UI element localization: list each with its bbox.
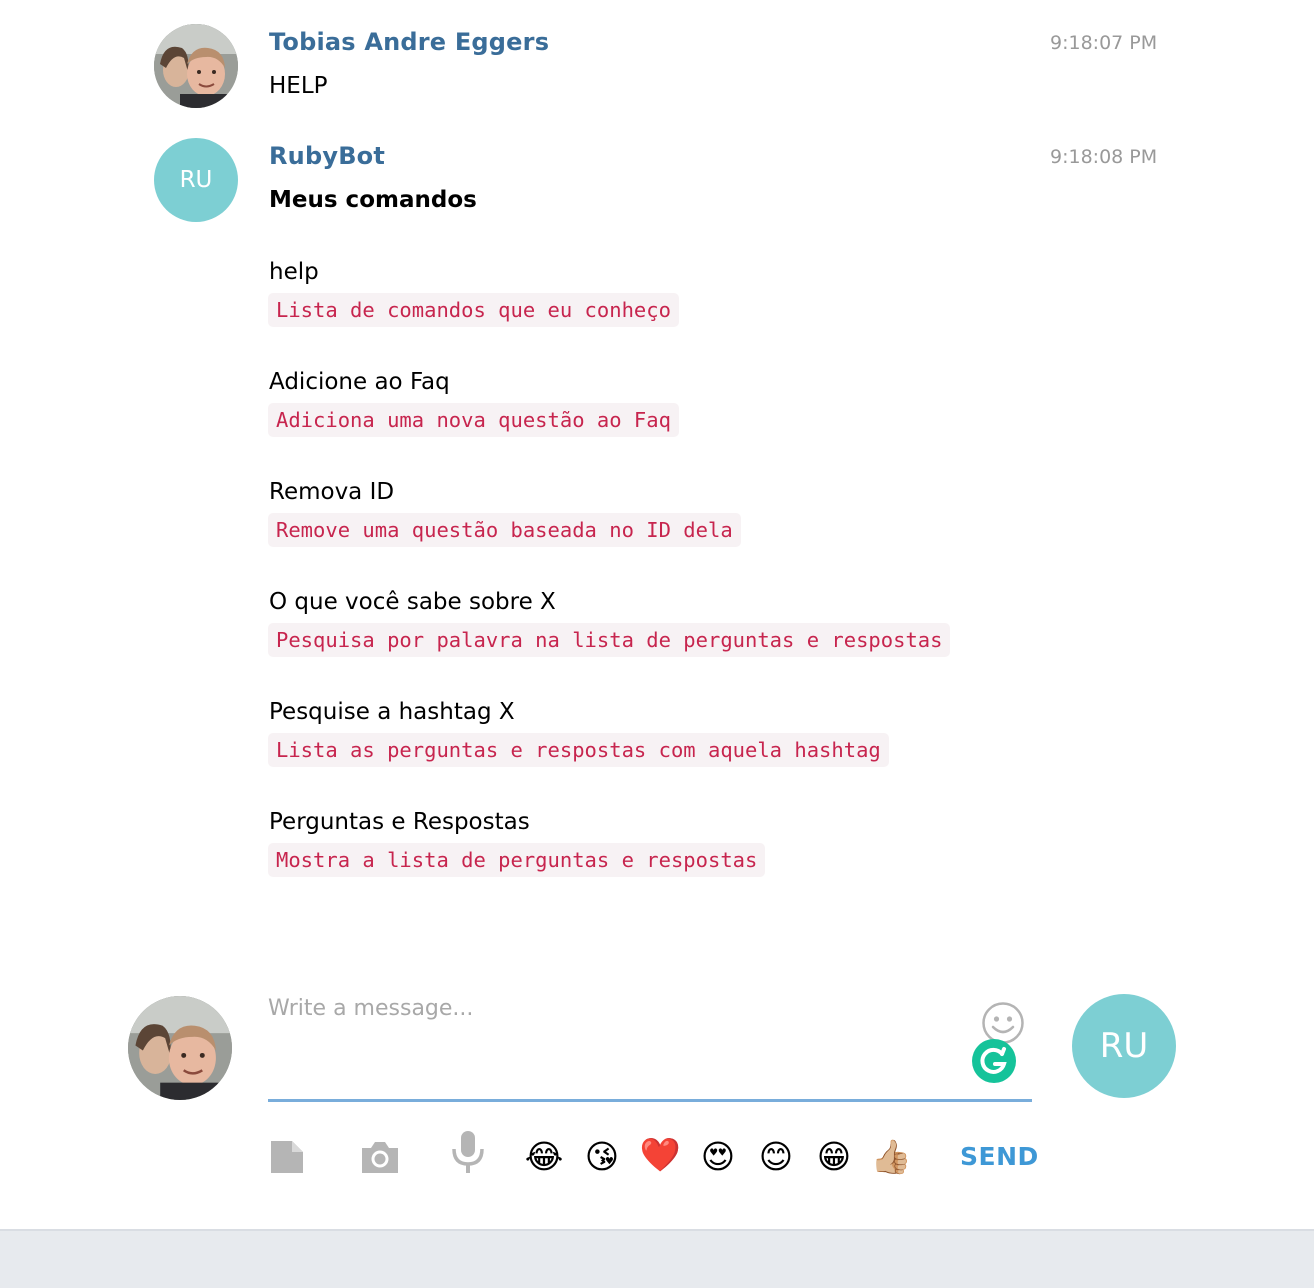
message-title: Meus comandos (269, 187, 477, 213)
command-name: help (269, 259, 319, 285)
message-bot: RU RubyBot 9:18:08 PM Meus comandos help… (0, 0, 1314, 900)
bot-avatar-initials: RU (1099, 1026, 1149, 1066)
message-input[interactable] (268, 996, 958, 1086)
command-name: Perguntas e Respostas (269, 809, 530, 835)
command-description: Lista de comandos que eu conheço (268, 293, 679, 327)
voice-message-button[interactable] (446, 1126, 490, 1178)
command-name: O que você sabe sobre X (269, 589, 556, 615)
command-description: Pesquisa por palavra na lista de pergunt… (268, 623, 951, 657)
camera-icon (362, 1142, 398, 1173)
grammarly-button[interactable] (971, 1038, 1017, 1084)
message-composer: RU 😂 😘 ❤️ 😍 😊 😁 👍🏼 SEND (0, 990, 1314, 1220)
command-name: Adicione ao Faq (269, 369, 450, 395)
bot-avatar-initials: RU (179, 167, 213, 193)
quick-emoji-kiss[interactable]: 😘 (581, 1136, 623, 1178)
attach-photo-button[interactable] (358, 1136, 402, 1178)
quick-emoji-smile[interactable]: 😊 (755, 1136, 797, 1178)
send-button[interactable]: SEND (960, 1142, 1039, 1171)
window-footer (0, 1229, 1314, 1288)
command-description: Adiciona uma nova questão ao Faq (268, 403, 679, 437)
command-description: Remove uma questão baseada no ID dela (268, 513, 741, 547)
quick-emoji-thumbs-up[interactable]: 👍🏼 (870, 1136, 912, 1178)
sender-name[interactable]: RubyBot (269, 142, 385, 170)
command-name: Pesquise a hashtag X (269, 699, 515, 725)
command-name: Remova ID (269, 479, 395, 505)
self-avatar[interactable] (128, 996, 232, 1100)
bot-avatar-large[interactable]: RU (1072, 994, 1176, 1098)
microphone-icon (452, 1131, 484, 1173)
quick-emoji-grin[interactable]: 😁 (813, 1136, 855, 1178)
user-photo-icon (128, 996, 232, 1100)
quick-emoji-joy[interactable]: 😂 (523, 1136, 565, 1178)
quick-emoji-heart[interactable]: ❤️ (639, 1134, 681, 1176)
message-timestamp: 9:18:08 PM (1050, 146, 1158, 168)
attach-file-button[interactable] (266, 1136, 308, 1178)
quick-emoji-heart-eyes[interactable]: 😍 (697, 1136, 739, 1178)
bot-avatar[interactable]: RU (154, 138, 238, 222)
grammarly-icon (972, 1039, 1016, 1083)
message-input-container (268, 990, 1032, 1102)
file-icon (271, 1141, 303, 1173)
command-description: Lista as perguntas e respostas com aquel… (268, 733, 889, 767)
command-description: Mostra a lista de perguntas e respostas (268, 843, 766, 877)
